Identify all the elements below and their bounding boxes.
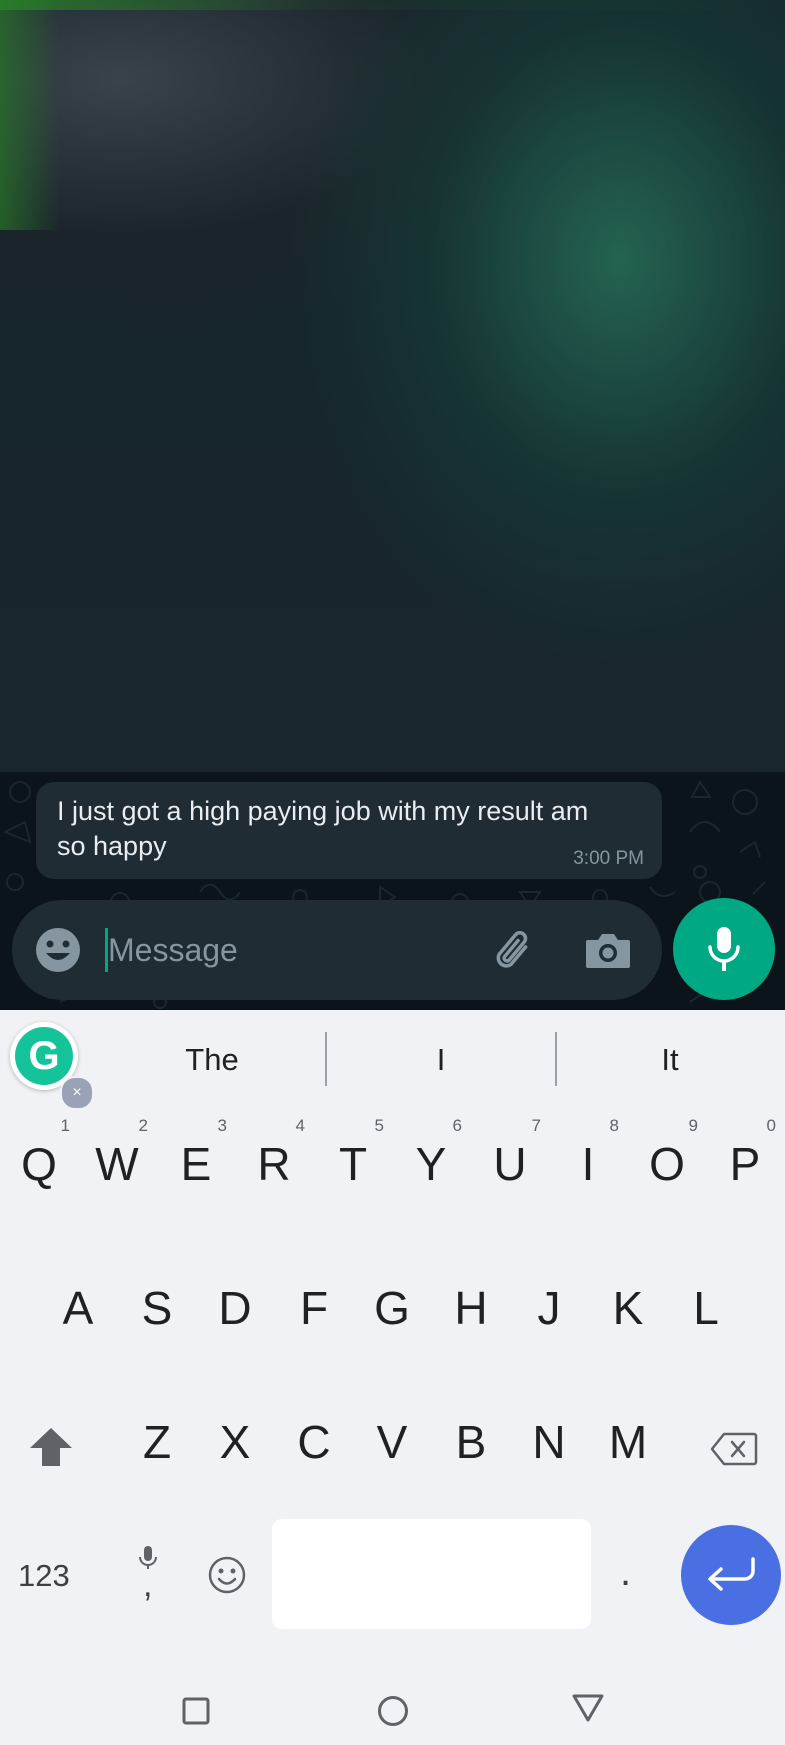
message-text: I just got a high paying job with my res… <box>57 796 589 861</box>
paperclip-icon[interactable] <box>488 926 540 978</box>
key-d[interactable]: D <box>196 1250 274 1350</box>
key-x[interactable]: X <box>196 1384 274 1484</box>
key-c[interactable]: C <box>275 1384 353 1484</box>
system-navigation-bar <box>0 1675 785 1745</box>
key-n[interactable]: N <box>510 1384 588 1484</box>
enter-key[interactable] <box>681 1525 781 1625</box>
key-u[interactable]: 7U <box>471 1116 549 1216</box>
period-key[interactable]: . <box>620 1550 631 1595</box>
key-i[interactable]: 8I <box>549 1116 627 1216</box>
grammarly-logo: G <box>15 1027 73 1085</box>
key-r[interactable]: 4R <box>235 1116 313 1216</box>
space-key[interactable] <box>272 1519 591 1629</box>
key-y[interactable]: 6Y <box>392 1116 470 1216</box>
enter-arrow-icon <box>708 1557 755 1591</box>
suggestion-2[interactable]: I <box>341 1042 541 1078</box>
camera-icon[interactable] <box>584 928 632 972</box>
key-l[interactable]: L <box>667 1250 745 1350</box>
grammarly-offline-badge: × <box>60 1076 94 1110</box>
key-b[interactable]: B <box>432 1384 510 1484</box>
suggestion-divider <box>325 1032 327 1086</box>
key-p[interactable]: 0P <box>706 1116 784 1216</box>
back-triangle-icon[interactable] <box>571 1693 605 1728</box>
backspace-icon[interactable] <box>710 1432 758 1471</box>
key-e[interactable]: 3E <box>157 1116 235 1216</box>
wallpaper-glow-bar <box>0 0 785 10</box>
home-circle-icon[interactable] <box>377 1695 409 1732</box>
microphone-button[interactable] <box>673 898 775 1000</box>
key-f[interactable]: F <box>275 1250 353 1350</box>
suggestion-1[interactable]: The <box>112 1042 312 1078</box>
message-timestamp: 3:00 PM <box>573 848 644 869</box>
incoming-message-bubble[interactable]: I just got a high paying job with my res… <box>36 782 662 879</box>
numbers-key[interactable]: 123 <box>18 1558 70 1594</box>
wallpaper-glow <box>0 0 60 230</box>
emoji-key-icon[interactable] <box>207 1555 247 1600</box>
key-k[interactable]: K <box>589 1250 667 1350</box>
key-z[interactable]: Z <box>118 1384 196 1484</box>
chat-area: I just got a high paying job with my res… <box>0 0 785 1010</box>
key-q[interactable]: 1Q <box>0 1116 78 1216</box>
key-t[interactable]: 5T <box>314 1116 392 1216</box>
grammarly-letter: G <box>28 1034 60 1078</box>
key-o[interactable]: 9O <box>628 1116 706 1216</box>
recents-square-icon[interactable] <box>182 1697 210 1730</box>
voice-comma-key[interactable]: , <box>138 1546 158 1604</box>
key-j[interactable]: J <box>510 1250 588 1350</box>
key-w[interactable]: 2W <box>78 1116 156 1216</box>
comma-label: , <box>143 1566 153 1604</box>
message-input[interactable] <box>108 920 468 980</box>
key-v[interactable]: V <box>353 1384 431 1484</box>
message-composer <box>12 900 662 1000</box>
microphone-icon <box>708 927 740 971</box>
key-g[interactable]: G <box>353 1250 431 1350</box>
shift-icon[interactable] <box>28 1426 74 1475</box>
key-m[interactable]: M <box>589 1384 667 1484</box>
key-a[interactable]: A <box>39 1250 117 1350</box>
suggestion-divider <box>555 1032 557 1086</box>
key-s[interactable]: S <box>118 1250 196 1350</box>
emoji-icon[interactable] <box>34 926 82 974</box>
key-h[interactable]: H <box>432 1250 510 1350</box>
suggestion-3[interactable]: It <box>570 1042 770 1078</box>
keyboard: G × The I It 1Q 2W 3E 4R 5T 6Y 7U 8I 9O … <box>0 1010 785 1745</box>
